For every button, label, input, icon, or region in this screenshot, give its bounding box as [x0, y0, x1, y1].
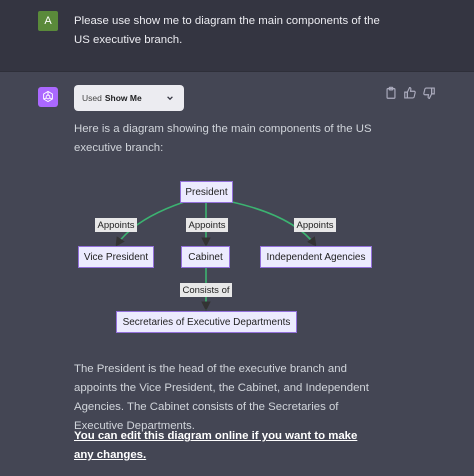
user-message-text: Please use show me to diagram the main c…	[74, 15, 380, 46]
plugin-name: Show Me	[104, 93, 142, 103]
thumbs-down-icon[interactable]	[422, 86, 436, 100]
message-actions	[384, 86, 436, 100]
user-avatar: A	[38, 11, 58, 31]
openai-logo-icon	[43, 90, 53, 103]
node-vice-president: Vice President	[78, 246, 154, 268]
node-secretaries: Secretaries of Executive Departments	[116, 311, 297, 333]
edit-diagram-link[interactable]: You can edit this diagram online if you …	[74, 427, 374, 465]
node-president: President	[180, 181, 233, 203]
clipboard-icon[interactable]	[384, 86, 398, 100]
plugin-used-chip[interactable]: Used Show Me	[74, 85, 184, 111]
assistant-avatar	[38, 87, 58, 107]
user-message-row: A Please use show me to diagram the main…	[0, 0, 474, 72]
node-cabinet: Cabinet	[181, 246, 230, 268]
edge-label-appoints-vp: Appoints	[95, 218, 137, 232]
assistant-summary-text: The President is the head of the executi…	[74, 363, 369, 432]
executive-branch-diagram: President Appoints Appoints Appoints Vic…	[74, 174, 404, 340]
edge-label-consists-of: Consists of	[180, 283, 232, 297]
node-independent-agencies: Independent Agencies	[260, 246, 372, 268]
plugin-used-prefix: Used	[82, 93, 102, 103]
chevron-down-icon	[167, 96, 173, 101]
edge-label-appoints-agencies: Appoints	[294, 218, 336, 232]
edge-label-appoints-cabinet: Appoints	[186, 218, 228, 232]
assistant-intro-text: Here is a diagram showing the main compo…	[74, 123, 372, 154]
thumbs-up-icon[interactable]	[403, 86, 417, 100]
